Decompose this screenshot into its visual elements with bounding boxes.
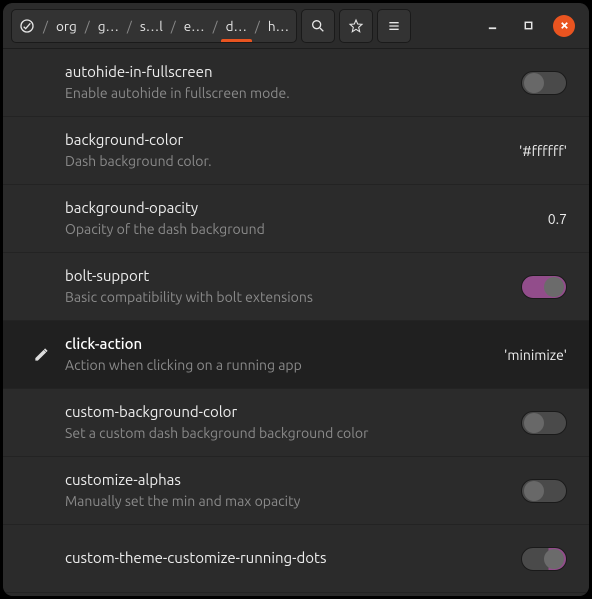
setting-key: custom-background-color bbox=[65, 403, 453, 422]
setting-description: Enable autohide in fullscreen mode. bbox=[65, 84, 453, 102]
setting-row-background-opacity[interactable]: background-opacity Opacity of the dash ba… bbox=[3, 185, 589, 253]
row-text: background-opacity Opacity of the dash ba… bbox=[65, 199, 453, 238]
window-controls bbox=[481, 15, 575, 37]
breadcrumb-separator: / bbox=[170, 10, 177, 42]
breadcrumb-separator: / bbox=[126, 10, 133, 42]
menu-button[interactable] bbox=[377, 9, 411, 43]
toggle-knob bbox=[524, 413, 544, 433]
setting-value bbox=[453, 411, 573, 435]
setting-value-text: 0.7 bbox=[548, 211, 567, 227]
setting-value-text: '#ffffff' bbox=[519, 143, 567, 159]
setting-value-text: 'minimize' bbox=[504, 347, 567, 363]
row-icon bbox=[19, 342, 65, 367]
setting-value bbox=[453, 547, 573, 571]
row-text: custom-background-color Set a custom dash… bbox=[65, 403, 453, 442]
setting-description: Basic compatibility with bolt extensions bbox=[65, 288, 453, 306]
breadcrumb-separator: / bbox=[212, 10, 219, 42]
row-text: bolt-support Basic compatibility with bol… bbox=[65, 267, 453, 306]
setting-value: 'minimize' bbox=[453, 347, 573, 363]
maximize-button[interactable] bbox=[517, 15, 539, 37]
toggle-knob bbox=[544, 549, 564, 569]
row-icon bbox=[19, 558, 65, 560]
row-icon bbox=[19, 490, 65, 492]
maximize-icon bbox=[523, 20, 534, 31]
row-text: background-color Dash background color. bbox=[65, 131, 453, 170]
row-icon bbox=[19, 82, 65, 84]
setting-description: Opacity of the dash background bbox=[65, 220, 453, 238]
row-icon bbox=[19, 286, 65, 288]
row-text: custom-theme-customize-running-dots bbox=[65, 549, 453, 568]
search-button[interactable] bbox=[301, 9, 335, 43]
close-icon bbox=[559, 20, 570, 31]
row-icon bbox=[19, 422, 65, 424]
row-text: customize-alphas Manually set the min and… bbox=[65, 471, 453, 510]
setting-value bbox=[453, 275, 573, 299]
setting-key: autohide-in-fullscreen bbox=[65, 63, 453, 82]
toggle-switch[interactable] bbox=[521, 275, 567, 299]
toggle-knob bbox=[524, 481, 544, 501]
breadcrumb-separator: / bbox=[84, 10, 91, 42]
breadcrumb-seg-1[interactable]: g… bbox=[91, 10, 126, 42]
minimize-icon bbox=[487, 20, 498, 31]
breadcrumb-seg-0[interactable]: org bbox=[49, 10, 84, 42]
setting-row-autohide-in-fullscreen[interactable]: autohide-in-fullscreen Enable autohide in… bbox=[3, 49, 589, 117]
setting-key: customize-alphas bbox=[65, 471, 453, 490]
toggle-switch[interactable] bbox=[521, 479, 567, 503]
toggle-switch[interactable] bbox=[521, 547, 567, 571]
breadcrumb-seg-5[interactable]: h… bbox=[261, 10, 296, 42]
breadcrumb-seg-2[interactable]: s…l bbox=[133, 10, 170, 42]
setting-row-bolt-support[interactable]: bolt-support Basic compatibility with bol… bbox=[3, 253, 589, 321]
breadcrumb-separator: / bbox=[42, 10, 49, 42]
setting-key: background-opacity bbox=[65, 199, 453, 218]
setting-value: 0.7 bbox=[453, 211, 573, 227]
breadcrumb-home[interactable] bbox=[12, 10, 42, 42]
toggle-switch[interactable] bbox=[521, 411, 567, 435]
hamburger-icon bbox=[386, 18, 402, 34]
setting-value bbox=[453, 479, 573, 503]
minimize-button[interactable] bbox=[481, 15, 503, 37]
breadcrumb: / org / g… / s…l / e… / d… / h… bbox=[11, 9, 297, 43]
setting-key: click-action bbox=[65, 335, 453, 354]
setting-key: background-color bbox=[65, 131, 453, 150]
setting-row-click-action[interactable]: click-action Action when clicking on a ru… bbox=[3, 321, 589, 389]
toggle-knob bbox=[544, 277, 564, 297]
app-window: / org / g… / s…l / e… / d… / h… bbox=[3, 3, 589, 596]
setting-row-customize-alphas[interactable]: customize-alphas Manually set the min and… bbox=[3, 457, 589, 525]
favorite-button[interactable] bbox=[339, 9, 373, 43]
search-icon bbox=[310, 18, 326, 34]
setting-row-background-color[interactable]: background-color Dash background color. '#… bbox=[3, 117, 589, 185]
setting-row-custom-theme-customize-running-dots[interactable]: custom-theme-customize-running-dots bbox=[3, 525, 589, 593]
setting-value: '#ffffff' bbox=[453, 143, 573, 159]
settings-list: autohide-in-fullscreen Enable autohide in… bbox=[3, 49, 589, 596]
setting-description: Action when clicking on a running app bbox=[65, 356, 453, 374]
setting-value bbox=[453, 71, 573, 95]
breadcrumb-seg-4[interactable]: d… bbox=[219, 10, 254, 42]
titlebar: / org / g… / s…l / e… / d… / h… bbox=[3, 3, 589, 49]
star-icon bbox=[348, 18, 364, 34]
toggle-switch[interactable] bbox=[521, 71, 567, 95]
breadcrumb-seg-3[interactable]: e… bbox=[177, 10, 212, 42]
breadcrumb-separator: / bbox=[254, 10, 261, 42]
close-button[interactable] bbox=[553, 15, 575, 37]
setting-key: custom-theme-customize-running-dots bbox=[65, 549, 453, 568]
setting-key: bolt-support bbox=[65, 267, 453, 286]
edit-icon bbox=[32, 344, 52, 367]
toggle-knob bbox=[524, 73, 544, 93]
row-text: autohide-in-fullscreen Enable autohide in… bbox=[65, 63, 453, 102]
setting-row-custom-background-color[interactable]: custom-background-color Set a custom dash… bbox=[3, 389, 589, 457]
row-icon bbox=[19, 218, 65, 220]
row-icon bbox=[19, 150, 65, 152]
setting-description: Dash background color. bbox=[65, 152, 453, 170]
setting-description: Set a custom dash background background … bbox=[65, 424, 453, 442]
row-text: click-action Action when clicking on a ru… bbox=[65, 335, 453, 374]
setting-description: Manually set the min and max opacity bbox=[65, 492, 453, 510]
dconf-icon bbox=[19, 18, 35, 34]
